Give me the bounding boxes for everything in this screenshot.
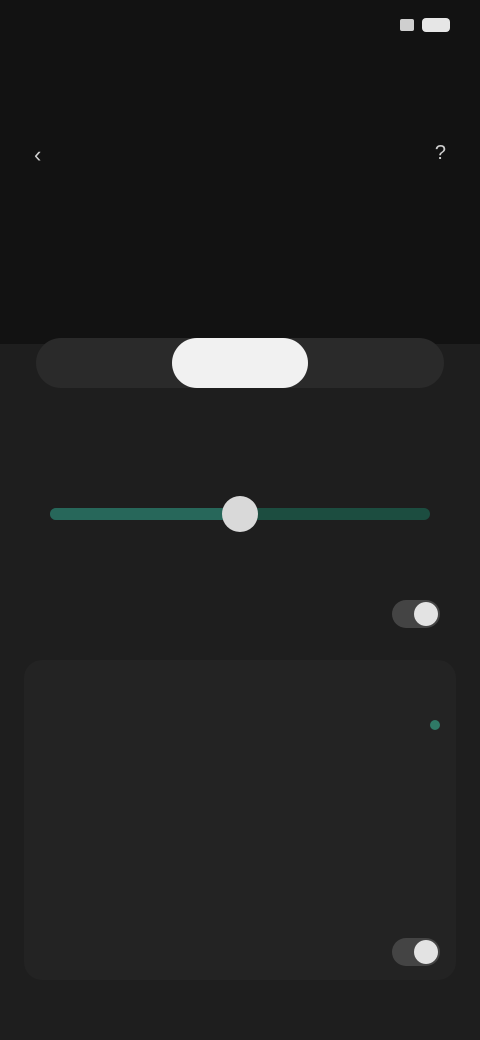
toggle-knob <box>414 602 438 626</box>
status-icons <box>400 18 450 32</box>
mode-option-2[interactable] <box>172 338 308 388</box>
help-icon[interactable]: ? <box>435 142 446 165</box>
header: ‹ ? <box>0 64 480 388</box>
battery-icon <box>422 18 450 32</box>
back-icon[interactable]: ‹ <box>34 142 41 168</box>
signal-icon <box>400 19 414 31</box>
mode-option-1[interactable] <box>36 338 172 388</box>
setting-row-1[interactable] <box>44 600 440 628</box>
mode-option-3[interactable] <box>308 338 444 388</box>
status-dot-icon <box>430 720 440 730</box>
slider-knob[interactable] <box>222 496 258 532</box>
status-bar <box>0 0 480 64</box>
toggle-knob <box>414 940 438 964</box>
mode-segmented-control <box>36 338 444 388</box>
toggle-2[interactable] <box>392 938 440 966</box>
level-slider[interactable] <box>50 496 430 532</box>
settings-panel <box>24 660 456 980</box>
toggle-1[interactable] <box>392 600 440 628</box>
setting-row-3[interactable] <box>44 720 440 730</box>
setting-row-7[interactable] <box>44 938 440 966</box>
slider-fill <box>50 508 240 520</box>
